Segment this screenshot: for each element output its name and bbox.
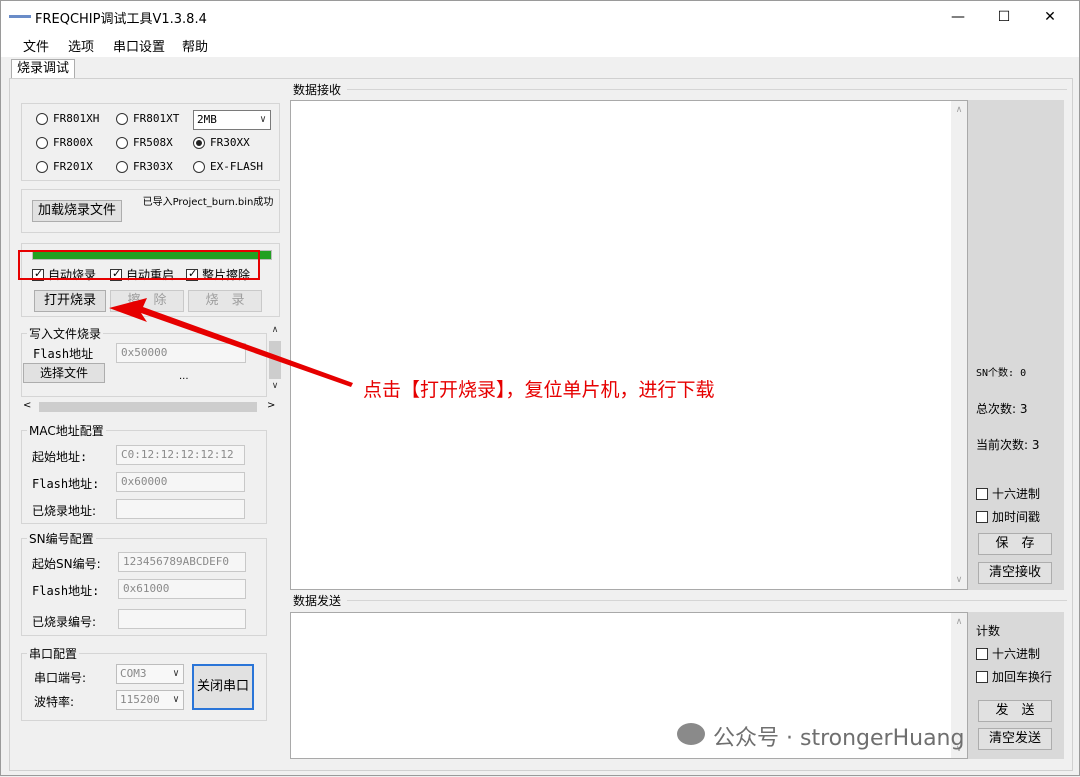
arrow-shape (109, 298, 353, 387)
wechat-icon (677, 723, 705, 745)
annotation-text: 点击【打开烧录】，复位单片机，进行下载 (363, 379, 715, 401)
watermark-text: 公众号 · strongerHuang (713, 726, 965, 751)
app-window: FREQCHIP调试工具V1.3.8.4 — ☐ ✕ 文件 选项 串口设置 帮助… (0, 0, 1080, 776)
